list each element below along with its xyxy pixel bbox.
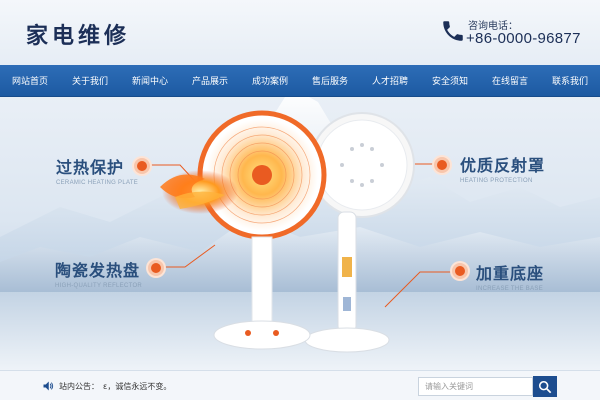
feature-reflector: 优质反射罩 HEATING PROTECTION: [460, 152, 545, 184]
nav-item-message[interactable]: 在线留言: [488, 74, 532, 87]
notice-text[interactable]: ε，诚信永远不变。: [103, 381, 171, 392]
banner-scene: [0, 97, 600, 370]
speaker-icon: [43, 381, 54, 391]
notice-label: 站内公告：: [59, 382, 99, 391]
nav-item-products[interactable]: 产品展示: [188, 74, 232, 87]
nav-item-safety[interactable]: 安全须知: [428, 74, 472, 87]
feature-weighted-base: 加重底座 INCREASE THE BASE: [476, 260, 544, 292]
hotline-number: +86-0000-96877: [466, 30, 581, 47]
search-input[interactable]: [418, 377, 533, 396]
feature-ceramic-heating: 陶瓷发热盘 HIGH-QUALITY REFLECTOR: [55, 257, 142, 289]
search-icon: [538, 380, 552, 393]
nav-item-service[interactable]: 售后服务: [308, 74, 352, 87]
feature-title: 优质反射罩: [460, 156, 546, 175]
site-header: 家电维修 咨询电话： +86-0000-96877: [0, 0, 600, 65]
phone-icon: [443, 21, 463, 41]
feature-subtitle: HEATING PROTECTION: [460, 178, 533, 184]
feature-subtitle: HIGH-QUALITY REFLECTOR: [55, 283, 143, 289]
feature-dot-icon: [148, 260, 164, 276]
nav-item-jobs[interactable]: 人才招聘: [368, 74, 412, 87]
feature-title: 陶瓷发热盘: [55, 261, 141, 280]
feature-title: 过热保护: [56, 158, 125, 177]
feature-dot-icon: [434, 157, 450, 173]
feature-overheat-protection: 过热保护 CERAMIC HEATING PLATE: [56, 154, 138, 186]
site-logo[interactable]: 家电维修: [26, 18, 130, 50]
nav-item-cases[interactable]: 成功案例: [248, 74, 292, 87]
notice-bar: 站内公告： ε，诚信永远不变。: [0, 370, 600, 400]
main-nav: 网站首页 关于我们 新闻中心 产品展示 成功案例 售后服务 人才招聘 安全须知 …: [0, 65, 600, 97]
hero-banner[interactable]: 过热保护 CERAMIC HEATING PLATE 陶瓷发热盘 HIGH-QU…: [0, 97, 600, 370]
search-button[interactable]: [533, 376, 557, 397]
nav-item-about[interactable]: 关于我们: [68, 74, 112, 87]
nav-item-home[interactable]: 网站首页: [8, 74, 52, 87]
feature-dot-icon: [134, 158, 150, 174]
feature-dot-icon: [452, 263, 468, 279]
nav-item-news[interactable]: 新闻中心: [128, 74, 172, 87]
feature-title: 加重底座: [476, 264, 545, 283]
feature-subtitle: CERAMIC HEATING PLATE: [56, 180, 139, 186]
feature-subtitle: INCREASE THE BASE: [476, 286, 544, 292]
nav-item-contact[interactable]: 联系我们: [548, 74, 592, 87]
